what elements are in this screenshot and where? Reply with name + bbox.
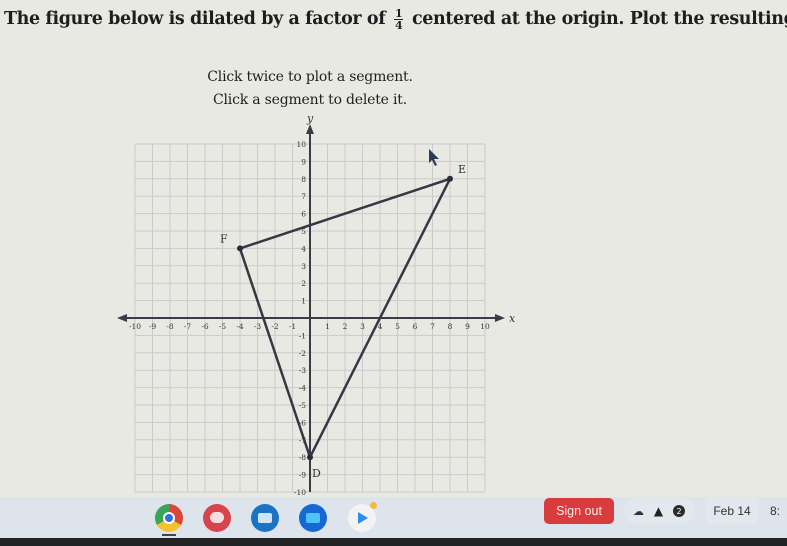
point-D[interactable] <box>307 454 313 461</box>
y-tick-label: -1 <box>299 331 306 340</box>
chrome-app-icon[interactable] <box>155 504 183 532</box>
files-app-icon[interactable] <box>299 504 327 532</box>
y-tick-label: 4 <box>301 244 306 253</box>
cloud-sync-icon: ☁ <box>632 504 644 518</box>
active-app-indicator <box>162 534 176 536</box>
y-tick-label: -4 <box>299 384 307 393</box>
status-tray[interactable]: ☁ ▲ 2 <box>624 498 694 524</box>
y-tick-label: 10 <box>296 140 306 149</box>
mouse-cursor-icon <box>429 149 439 166</box>
x-axis-arrow-icon <box>495 314 505 322</box>
y-tick-label: -10 <box>294 488 306 497</box>
y-tick-label: -8 <box>299 453 307 462</box>
screen-bezel <box>0 538 787 546</box>
classroom-app-icon[interactable] <box>251 504 279 532</box>
x-tick-label: 7 <box>430 322 435 331</box>
y-tick-label: 9 <box>301 157 306 166</box>
x-tick-label: 6 <box>413 322 418 331</box>
y-axis-arrow-icon <box>306 124 314 134</box>
sign-out-button[interactable]: Sign out <box>544 498 614 524</box>
y-tick-label: -9 <box>299 471 307 480</box>
y-tick-label: 3 <box>301 262 306 271</box>
x-tick-label: 10 <box>480 322 490 331</box>
point-label-D: D <box>312 467 321 480</box>
notification-count-badge: 2 <box>673 505 686 517</box>
x-axis-label: x <box>509 312 516 325</box>
x-tick-label: 8 <box>448 322 453 331</box>
x-tick-label: 1 <box>325 322 330 331</box>
x-tick-label: -2 <box>271 322 279 331</box>
canvas-app-icon[interactable] <box>203 504 231 532</box>
x-tick-label: -5 <box>219 322 227 331</box>
y-tick-label: -3 <box>299 366 307 375</box>
point-label-E: E <box>458 163 466 176</box>
y-tick-label: 7 <box>301 192 306 201</box>
x-tick-label: -6 <box>201 322 209 331</box>
warning-icon: ▲ <box>653 504 664 518</box>
y-tick-label: 6 <box>301 210 306 219</box>
play-store-app-icon[interactable] <box>348 502 377 532</box>
y-tick-label: 2 <box>301 279 306 288</box>
x-tick-label: 5 <box>395 322 400 331</box>
y-tick-label: -5 <box>299 401 307 410</box>
x-tick-label: 3 <box>360 322 365 331</box>
x-tick-label: -8 <box>166 322 174 331</box>
x-tick-label: -4 <box>236 322 244 331</box>
x-tick-label: -7 <box>184 322 192 331</box>
x-tick-label: -3 <box>254 322 262 331</box>
date-display[interactable]: Feb 14 <box>705 498 759 524</box>
x-axis-left-arrow-icon <box>117 314 127 322</box>
notification-dot <box>370 502 377 509</box>
point-label-F: F <box>220 232 228 245</box>
y-tick-label: -2 <box>299 349 307 358</box>
x-tick-label: 2 <box>343 322 348 331</box>
x-tick-label: -10 <box>129 322 141 331</box>
time-display[interactable]: 8: <box>762 498 787 524</box>
x-tick-label: -1 <box>289 322 296 331</box>
x-tick-label: -9 <box>149 322 157 331</box>
y-axis-label: y <box>306 112 314 125</box>
y-tick-label: 1 <box>301 297 306 306</box>
y-tick-label: 8 <box>301 175 306 184</box>
point-E[interactable] <box>447 175 453 182</box>
point-F[interactable] <box>237 245 243 252</box>
x-tick-label: 9 <box>465 322 470 331</box>
coordinate-grid[interactable]: -10 -9 -8 -7 -6 -5 -4 -3 -2 -1 1 2 3 4 5 6 7 8 9 10 -10 -9 -8 -… <box>0 0 787 546</box>
